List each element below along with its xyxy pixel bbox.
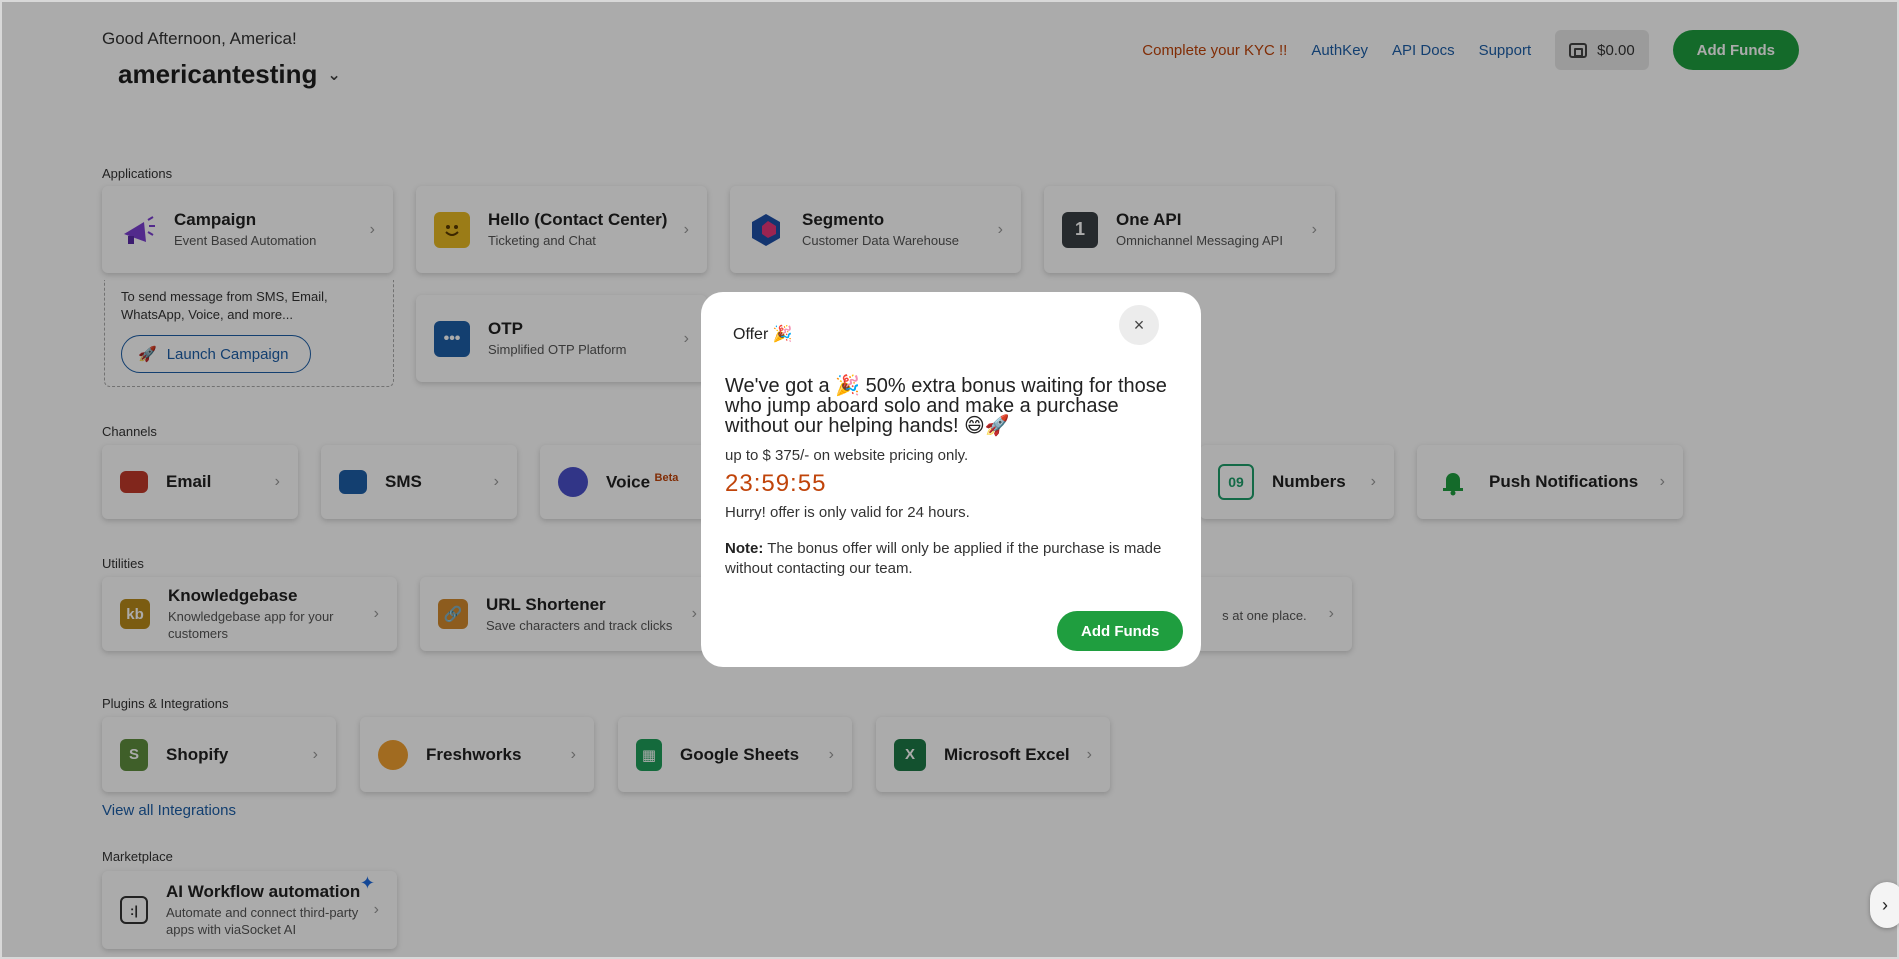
offer-subtext: up to $ 375/- on website pricing only. bbox=[725, 447, 969, 464]
note-text: The bonus offer will only be applied if … bbox=[725, 540, 1162, 577]
chevron-right-icon: › bbox=[1882, 894, 1888, 915]
modal-add-funds-button[interactable]: Add Funds bbox=[1057, 611, 1184, 651]
offer-note: Note: The bonus offer will only be appli… bbox=[725, 539, 1175, 579]
note-label: Note: bbox=[725, 540, 764, 557]
countdown-timer: 23:59:55 bbox=[725, 470, 827, 497]
side-panel-toggle[interactable]: › bbox=[1870, 882, 1899, 928]
offer-modal: Offer 🎉 × We've got a 🎉 50% extra bonus … bbox=[701, 292, 1201, 667]
modal-title: Offer 🎉 bbox=[733, 326, 793, 343]
offer-headline: We've got a 🎉 50% extra bonus waiting fo… bbox=[725, 375, 1167, 437]
close-icon: × bbox=[1133, 314, 1145, 335]
offer-validity: Hurry! offer is only valid for 24 hours. bbox=[725, 504, 970, 521]
close-button[interactable]: × bbox=[1119, 305, 1159, 345]
